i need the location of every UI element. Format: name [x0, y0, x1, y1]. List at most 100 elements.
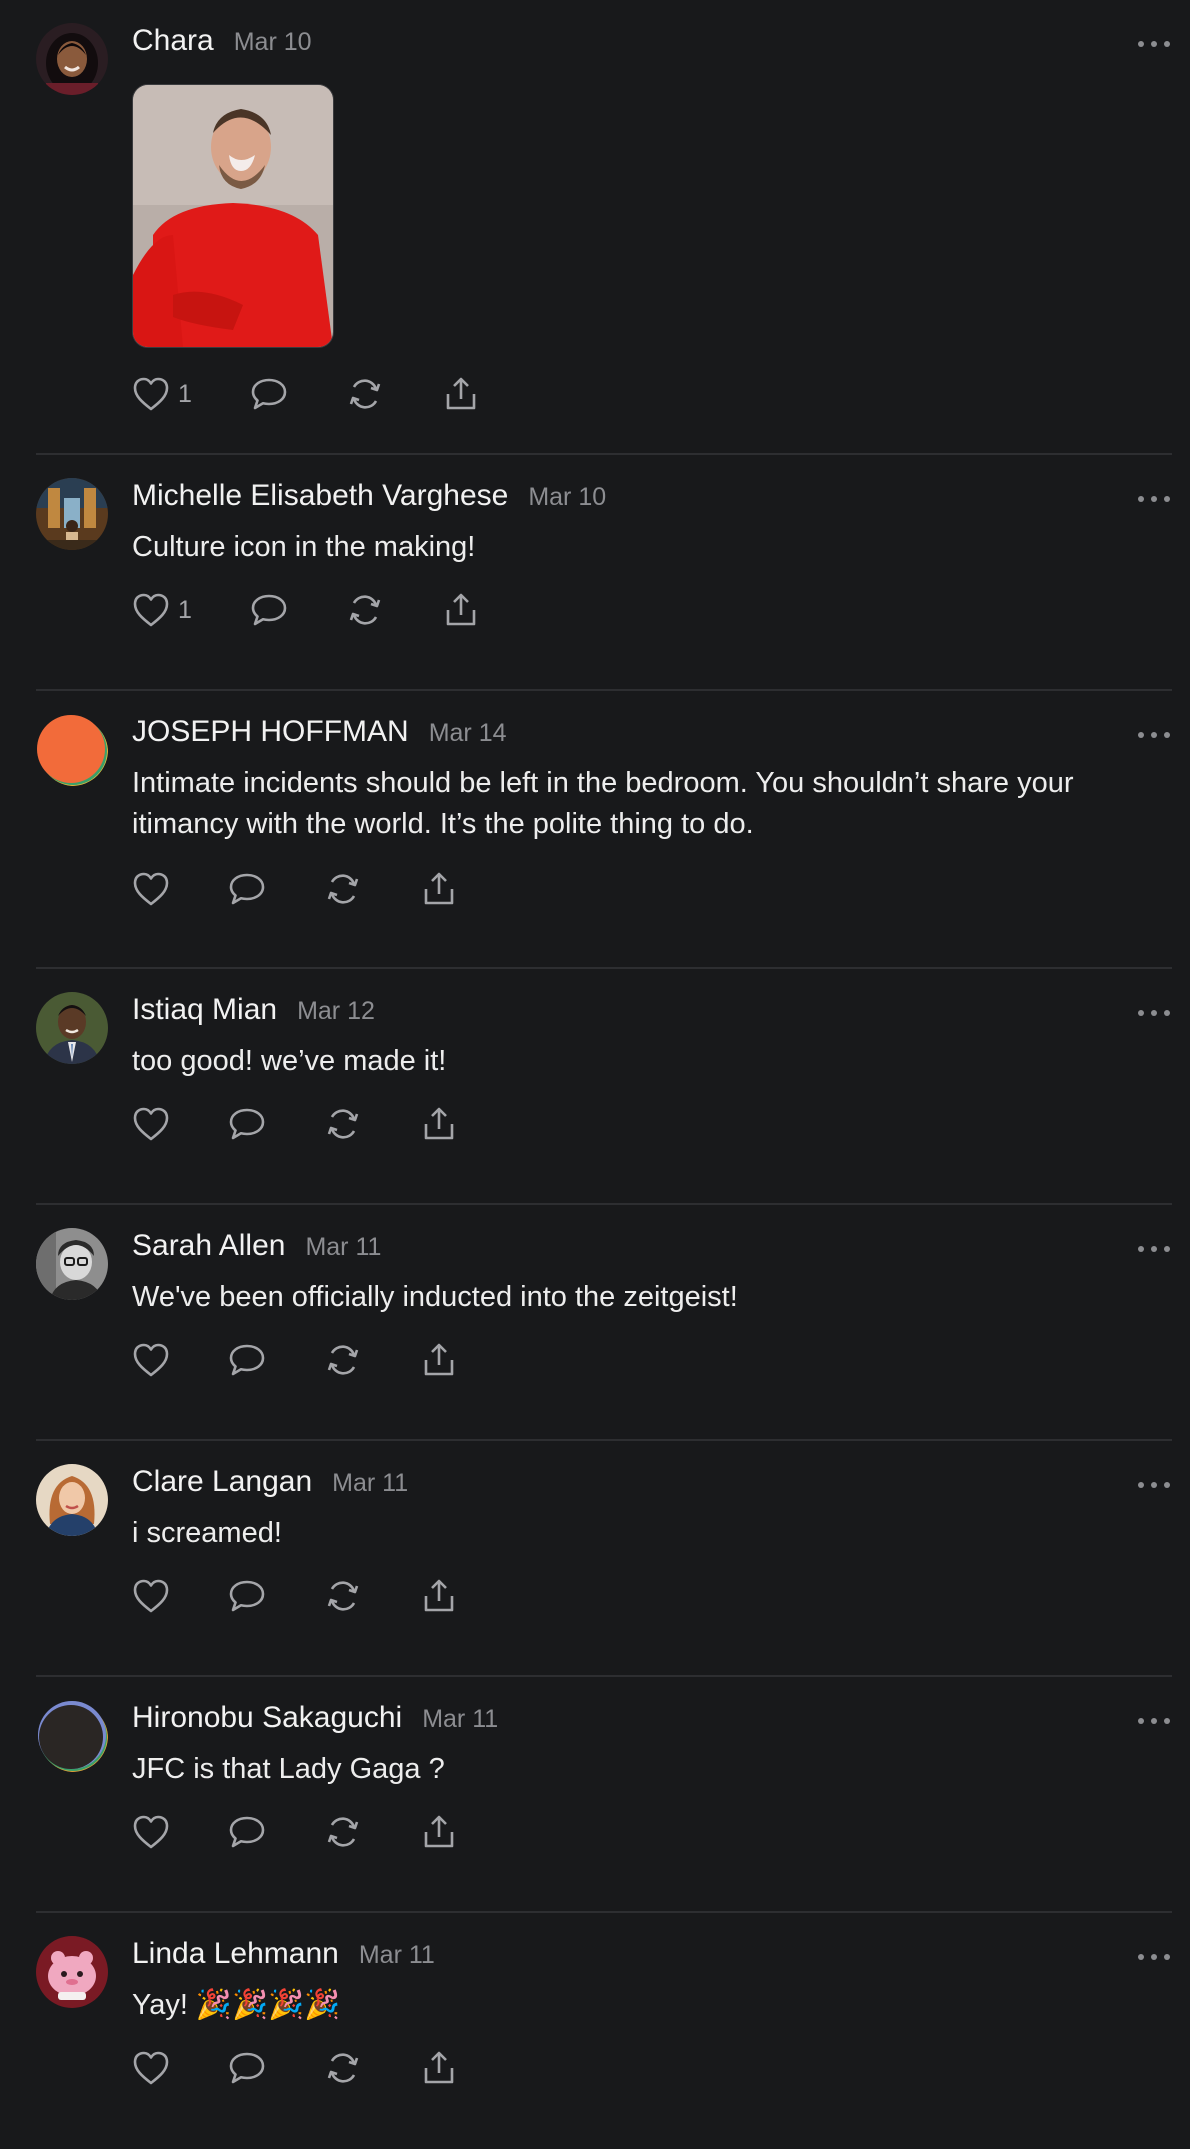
comment-icon [229, 1344, 265, 1376]
post-text: i screamed! [132, 1517, 282, 1549]
author-name[interactable]: Istiaq Mian [132, 993, 277, 1027]
avatar[interactable] [36, 1228, 108, 1300]
like-button[interactable] [132, 869, 228, 909]
like-button[interactable] [132, 1576, 228, 1616]
like-button[interactable] [132, 1812, 228, 1852]
repost-button[interactable] [346, 590, 442, 630]
more-icon[interactable] [1136, 723, 1172, 747]
more-icon[interactable] [1136, 487, 1172, 511]
author-name[interactable]: Michelle Elisabeth Varghese [132, 479, 508, 513]
comment-icon [229, 1580, 265, 1612]
reply-button[interactable] [228, 1340, 324, 1380]
share-button[interactable] [420, 2048, 458, 2088]
post-date[interactable]: Mar 11 [422, 1705, 498, 1734]
reply-button[interactable] [228, 1576, 324, 1616]
post-text: Culture icon in the making! [132, 531, 476, 563]
share-icon [446, 377, 476, 410]
post-text: too good! we’ve made it! [132, 1045, 447, 1077]
post-text: Yay! 🎉🎉🎉🎉 [132, 1989, 341, 2021]
reply-button[interactable] [250, 374, 346, 414]
more-icon[interactable] [1136, 1473, 1172, 1497]
reply-button[interactable] [228, 869, 324, 909]
more-icon[interactable] [1136, 1237, 1172, 1261]
heart-icon [133, 1579, 169, 1613]
heart-icon [133, 2051, 169, 2085]
heart-icon [133, 872, 169, 906]
reply-button[interactable] [228, 2048, 324, 2088]
post: Clare Langan Mar 11 i screamed! [36, 1441, 1172, 1677]
repost-button[interactable] [324, 1340, 420, 1380]
post-date[interactable]: Mar 10 [234, 28, 312, 57]
avatar[interactable] [36, 992, 108, 1064]
comment-icon [251, 594, 287, 626]
like-button[interactable]: 1 [132, 590, 250, 630]
share-icon [424, 872, 454, 905]
post-text: JFC is that Lady Gaga ? [132, 1753, 445, 1785]
comment-icon [229, 1816, 265, 1848]
repost-button[interactable] [324, 1104, 420, 1144]
post-date[interactable]: Mar 11 [305, 1233, 381, 1262]
like-button[interactable] [132, 1340, 228, 1380]
post: Hironobu Sakaguchi Mar 11 JFC is that La… [36, 1677, 1172, 1913]
share-icon [424, 2051, 454, 2084]
repost-button[interactable] [346, 374, 442, 414]
more-icon[interactable] [1136, 1945, 1172, 1969]
share-button[interactable] [442, 374, 480, 414]
share-button[interactable] [420, 869, 458, 909]
share-icon [424, 1815, 454, 1848]
like-button[interactable] [132, 2048, 228, 2088]
heart-icon [133, 593, 169, 627]
repost-icon [327, 874, 359, 904]
post-date[interactable]: Mar 11 [332, 1469, 408, 1498]
share-button[interactable] [442, 590, 480, 630]
more-icon[interactable] [1136, 32, 1172, 56]
avatar[interactable] [36, 478, 108, 550]
post-date[interactable]: Mar 11 [359, 1941, 435, 1970]
post-text: Intimate incidents should be left in the… [132, 767, 1074, 840]
share-icon [446, 593, 476, 626]
avatar[interactable] [36, 23, 108, 95]
share-button[interactable] [420, 1104, 458, 1144]
post: Sarah Allen Mar 11 We've been officially… [36, 1205, 1172, 1441]
reply-button[interactable] [250, 590, 346, 630]
post-date[interactable]: Mar 10 [528, 483, 606, 512]
author-name[interactable]: Hironobu Sakaguchi [132, 1701, 402, 1735]
post: Chara Mar 10 1 [36, 0, 1172, 455]
more-icon[interactable] [1136, 1709, 1172, 1733]
post: Michelle Elisabeth Varghese Mar 10 Cultu… [36, 455, 1172, 691]
post-date[interactable]: Mar 14 [429, 719, 507, 748]
repost-icon [327, 1817, 359, 1847]
author-name[interactable]: Linda Lehmann [132, 1937, 339, 1971]
like-button[interactable]: 1 [132, 374, 250, 414]
share-button[interactable] [420, 1576, 458, 1616]
share-button[interactable] [420, 1812, 458, 1852]
heart-icon [133, 1343, 169, 1377]
like-count: 1 [178, 595, 192, 624]
comment-icon [229, 1108, 265, 1140]
share-button[interactable] [420, 1340, 458, 1380]
repost-button[interactable] [324, 2048, 420, 2088]
author-name[interactable]: Chara [132, 24, 214, 58]
avatar[interactable] [36, 1936, 108, 2008]
author-name[interactable]: Sarah Allen [132, 1229, 285, 1263]
avatar[interactable] [36, 1700, 108, 1772]
comment-icon [229, 2052, 265, 2084]
avatar[interactable] [36, 714, 108, 786]
like-button[interactable] [132, 1104, 228, 1144]
share-icon [424, 1343, 454, 1376]
avatar[interactable] [36, 1464, 108, 1536]
repost-button[interactable] [324, 1812, 420, 1852]
post-date[interactable]: Mar 12 [297, 997, 375, 1026]
more-icon[interactable] [1136, 1001, 1172, 1025]
reply-button[interactable] [228, 1812, 324, 1852]
reply-button[interactable] [228, 1104, 324, 1144]
share-icon [424, 1107, 454, 1140]
author-name[interactable]: Clare Langan [132, 1465, 312, 1499]
repost-button[interactable] [324, 1576, 420, 1616]
repost-icon [327, 1109, 359, 1139]
post: JOSEPH HOFFMAN Mar 14 Intimate incidents… [36, 691, 1172, 969]
author-name[interactable]: JOSEPH HOFFMAN [132, 715, 409, 749]
repost-icon [327, 1581, 359, 1611]
post-image[interactable] [132, 84, 334, 348]
repost-button[interactable] [324, 869, 420, 909]
